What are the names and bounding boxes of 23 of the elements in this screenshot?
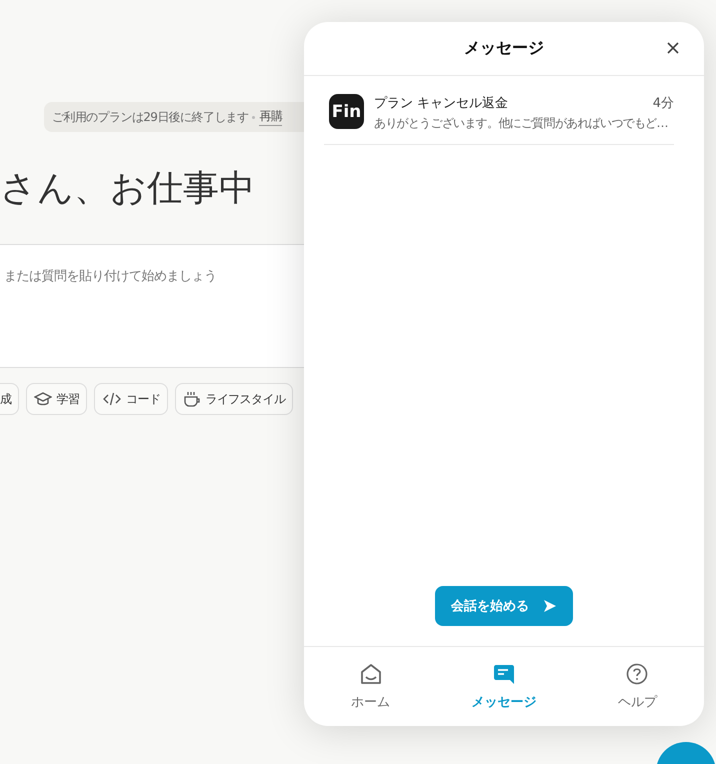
- category-chip[interactable]: ライフスタイル: [175, 383, 294, 415]
- send-icon: [543, 599, 557, 613]
- graduation-cap-icon: [34, 392, 52, 406]
- category-chip[interactable]: 学習: [26, 383, 88, 415]
- message-icon: [492, 662, 515, 684]
- panel-title: メッセージ: [464, 38, 544, 59]
- help-icon: [626, 662, 648, 684]
- notice-text: ご利用のプランは29日後に終了します: [52, 108, 248, 126]
- category-chip[interactable]: コード: [94, 383, 168, 415]
- repurchase-link[interactable]: 再購: [259, 108, 282, 126]
- nav-tab[interactable]: ホーム: [304, 647, 438, 726]
- greeting-heading: さん、お仕事中: [0, 167, 256, 211]
- conversation-title: プラン キャンセル返金: [374, 95, 508, 112]
- code-icon: [102, 392, 122, 406]
- conversation-item[interactable]: Fin プラン キャンセル返金 4分 ありがとうございます。他にご質問があればいつでもど…: [324, 76, 674, 145]
- prompt-field[interactable]: または質問を貼り付けて始めましょう: [0, 244, 304, 368]
- nav-tab[interactable]: ヘルプ: [570, 647, 704, 726]
- conversation-preview: ありがとうございます。他にご質問があればいつでもど…: [374, 115, 669, 132]
- bot-avatar: Fin: [329, 94, 364, 129]
- cup-icon: [183, 391, 202, 407]
- home-icon: [360, 662, 382, 684]
- conversation-time: 4分: [652, 95, 674, 112]
- category-chip[interactable]: 成: [0, 383, 20, 415]
